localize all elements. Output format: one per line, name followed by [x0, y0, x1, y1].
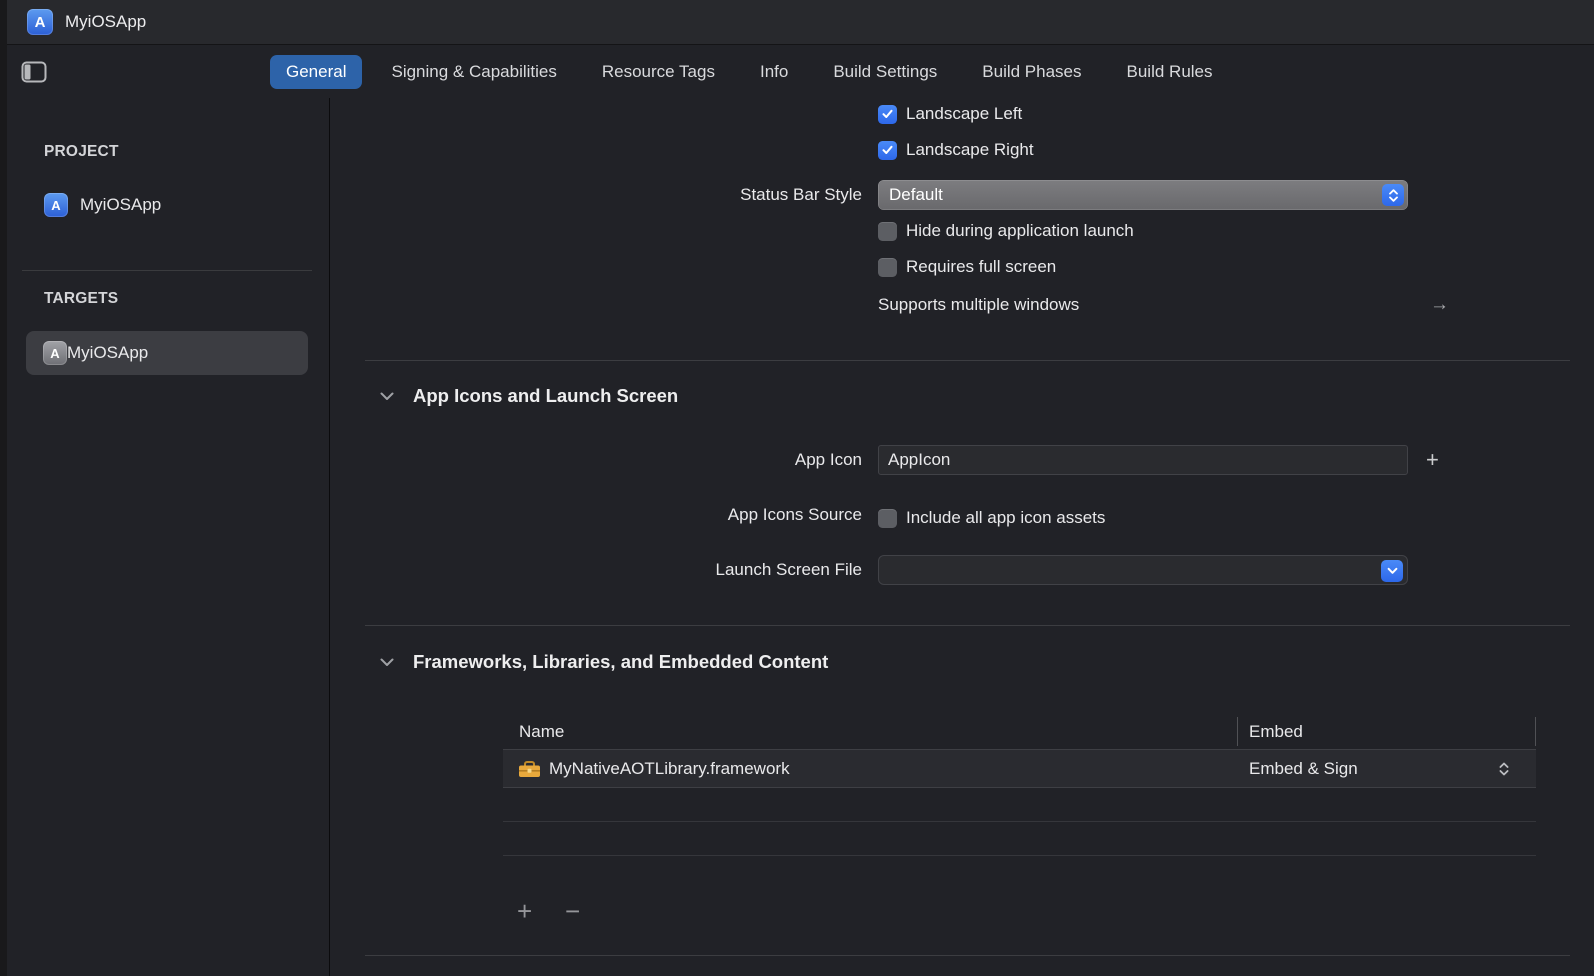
launch-screen-row: Launch Screen File — [330, 555, 1594, 585]
tab-resource-tags[interactable]: Resource Tags — [586, 55, 731, 89]
framework-embed-value: Embed & Sign — [1249, 750, 1358, 788]
window-title: MyiOSApp — [65, 12, 146, 32]
landscape-right-checkbox[interactable] — [878, 141, 897, 160]
column-divider — [1535, 717, 1536, 746]
project-section-header: PROJECT — [44, 143, 119, 161]
embed-stepper-icon[interactable] — [1498, 761, 1510, 782]
app-icons-source-label: App Icons Source — [330, 500, 862, 530]
framework-row[interactable]: MyNativeAOTLibrary.framework Embed & Sig… — [503, 750, 1536, 788]
target-item-label: MyiOSApp — [67, 343, 148, 363]
app-icon-field[interactable] — [878, 445, 1408, 475]
project-icon: A — [44, 193, 68, 217]
launch-screen-label: Launch Screen File — [330, 555, 862, 585]
xcode-window: A MyiOSApp General Signing & Capabilitie… — [0, 0, 1594, 976]
requires-full-screen-checkbox[interactable] — [878, 258, 897, 277]
empty-table-row — [503, 788, 1536, 822]
app-icon-add-button[interactable]: + — [1426, 447, 1439, 473]
sidebar-divider — [22, 270, 312, 271]
tab-general[interactable]: General — [270, 55, 362, 89]
target-general-pane: Landscape Left Landscape Right Status Ba… — [330, 98, 1594, 976]
check-icon — [882, 145, 893, 155]
target-icon: A — [43, 341, 67, 365]
app-icon-row: App Icon + — [330, 445, 1594, 475]
hide-during-launch-label: Hide during application launch — [906, 221, 1134, 241]
supports-multiple-windows-label: Supports multiple windows — [878, 292, 1079, 318]
sidebar-item-project[interactable]: A MyiOSApp — [44, 193, 161, 217]
empty-table-row — [503, 822, 1536, 856]
frameworks-section-header[interactable]: Frameworks, Libraries, and Embedded Cont… — [380, 651, 828, 673]
add-framework-button[interactable]: + — [517, 898, 532, 924]
framework-name: MyNativeAOTLibrary.framework — [549, 750, 790, 788]
title-bar: A MyiOSApp — [0, 0, 1594, 45]
chevron-down-icon — [380, 658, 394, 667]
landscape-left-checkbox[interactable] — [878, 105, 897, 124]
app-icons-source-row: App Icons Source Include all app icon as… — [330, 500, 1594, 530]
tab-build-settings[interactable]: Build Settings — [817, 55, 953, 89]
popup-stepper-icon — [1382, 184, 1404, 206]
sidebar-toggle-icon[interactable] — [21, 61, 47, 83]
supports-multiple-windows-arrow-icon[interactable]: → — [1430, 292, 1449, 318]
combo-chevron-icon — [1381, 560, 1403, 582]
tab-strip: General Signing & Capabilities Resource … — [270, 46, 1229, 98]
frameworks-table: Name Embed MyNativeAOTLibrary.fr — [503, 714, 1536, 856]
include-all-icons-label: Include all app icon assets — [906, 508, 1105, 528]
supports-multiple-windows-row: Supports multiple windows → — [330, 292, 1594, 318]
tab-build-rules[interactable]: Build Rules — [1111, 55, 1229, 89]
include-all-icons-row: Include all app icon assets — [878, 505, 1105, 531]
tab-bar: General Signing & Capabilities Resource … — [0, 46, 1594, 98]
status-bar-style-value: Default — [889, 185, 943, 205]
tab-signing-capabilities[interactable]: Signing & Capabilities — [375, 55, 572, 89]
project-item-label: MyiOSApp — [80, 195, 161, 215]
section-divider — [365, 360, 1570, 361]
include-all-icons-checkbox[interactable] — [878, 509, 897, 528]
hide-during-launch-checkbox[interactable] — [878, 222, 897, 241]
remove-framework-button[interactable]: − — [565, 898, 580, 924]
tab-build-phases[interactable]: Build Phases — [966, 55, 1097, 89]
project-navigator: PROJECT A MyiOSApp TARGETS A MyiOSApp — [0, 98, 330, 976]
chevron-down-icon — [380, 392, 394, 401]
landscape-left-label: Landscape Left — [906, 104, 1022, 124]
launch-screen-combo[interactable] — [878, 555, 1408, 585]
requires-full-screen-row: Requires full screen — [878, 254, 1056, 280]
status-bar-style-row: Status Bar Style Default — [330, 180, 1594, 210]
check-icon — [882, 109, 893, 119]
column-divider — [1237, 717, 1238, 746]
frameworks-table-header: Name Embed — [503, 714, 1536, 750]
app-icon-label: App Icon — [330, 445, 862, 475]
targets-section-header: TARGETS — [44, 290, 118, 308]
app-icons-section-title: App Icons and Launch Screen — [413, 385, 678, 407]
window-edge — [0, 0, 7, 976]
app-project-icon: A — [27, 9, 53, 35]
section-divider — [365, 625, 1570, 626]
section-divider — [365, 955, 1570, 956]
column-header-embed: Embed — [1249, 714, 1303, 750]
framework-toolbox-icon — [518, 761, 541, 783]
sidebar-item-target[interactable]: A MyiOSApp — [26, 331, 308, 375]
tab-info[interactable]: Info — [744, 55, 804, 89]
landscape-right-row: Landscape Right — [878, 137, 1034, 163]
requires-full-screen-label: Requires full screen — [906, 257, 1056, 277]
landscape-left-row: Landscape Left — [878, 101, 1022, 127]
status-bar-style-popup[interactable]: Default — [878, 180, 1408, 210]
hide-during-launch-row: Hide during application launch — [878, 218, 1134, 244]
column-header-name: Name — [519, 714, 564, 750]
landscape-right-label: Landscape Right — [906, 140, 1034, 160]
frameworks-section-title: Frameworks, Libraries, and Embedded Cont… — [413, 651, 828, 673]
app-icons-section-header[interactable]: App Icons and Launch Screen — [380, 385, 678, 407]
status-bar-style-label: Status Bar Style — [330, 180, 862, 210]
